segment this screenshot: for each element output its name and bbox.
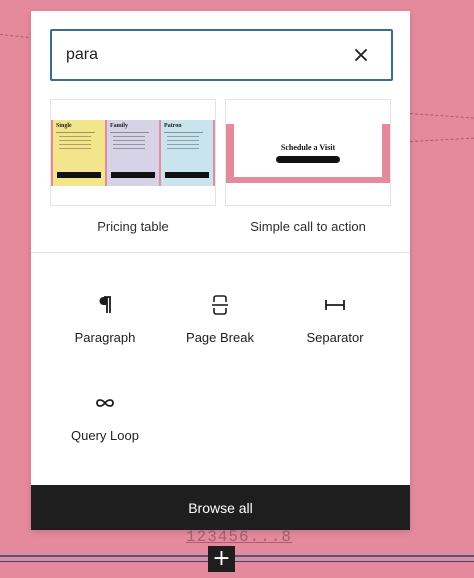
canvas-block-border [0, 555, 474, 557]
pricing-column-name: Family [110, 123, 128, 129]
pricing-column-name: Patron [164, 123, 182, 129]
browse-all-button[interactable]: Browse all [31, 485, 410, 530]
cta-preview: Schedule a Visit [234, 124, 382, 177]
search-field[interactable] [50, 29, 393, 81]
block-separator[interactable]: Separator [280, 283, 390, 363]
quick-inserter-panel: Single Family Patron Pricing table [31, 11, 410, 530]
block-query-loop[interactable]: Query Loop [50, 381, 160, 461]
page-break-icon [208, 293, 232, 317]
section-divider [31, 252, 410, 253]
pricing-column: Family [107, 120, 159, 186]
block-label: Paragraph [74, 330, 136, 345]
pattern-title: Simple call to action [250, 219, 366, 234]
pattern-preview[interactable]: Schedule a Visit [225, 99, 391, 206]
canvas-pagination: 123456...8 [186, 528, 293, 546]
block-label: Page Break [186, 330, 254, 345]
block-paragraph[interactable]: Paragraph [50, 283, 160, 363]
pricing-column: Patron [161, 120, 213, 186]
separator-icon [323, 293, 347, 317]
pattern-pricing-table[interactable]: Single Family Patron Pricing table [50, 99, 216, 234]
canvas-guide-line [409, 113, 474, 119]
pattern-simple-call-to-action[interactable]: Schedule a Visit Simple call to action [225, 99, 391, 234]
pattern-title: Pricing table [97, 219, 169, 234]
canvas-guide-line [0, 34, 34, 39]
query-loop-icon [93, 391, 117, 415]
clear-search-button[interactable] [349, 43, 373, 67]
block-page-break[interactable]: Page Break [165, 283, 275, 363]
canvas-block-border [0, 561, 474, 562]
pricing-column: Single [53, 120, 105, 186]
block-inserter-toggle-button[interactable]: + [208, 546, 235, 572]
search-input[interactable] [66, 43, 336, 67]
pattern-preview[interactable]: Single Family Patron [50, 99, 216, 206]
paragraph-icon [93, 293, 117, 317]
canvas-guide-line [409, 137, 474, 142]
pricing-table-preview: Single Family Patron [51, 120, 215, 186]
block-label: Separator [306, 330, 364, 345]
block-label: Query Loop [71, 428, 139, 443]
close-icon [355, 49, 367, 61]
pricing-column-name: Single [56, 123, 72, 129]
cta-preview-heading: Schedule a Visit [280, 143, 336, 152]
